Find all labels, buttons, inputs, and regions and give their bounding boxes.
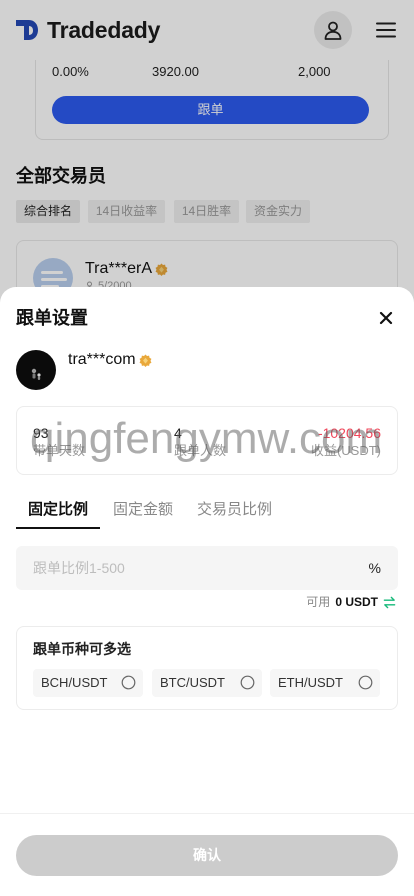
footer-divider [0,813,414,814]
confirm-button[interactable]: 确认 [16,835,398,876]
radio-icon[interactable] [121,675,136,690]
close-button[interactable] [379,311,393,325]
swap-icon [383,596,396,608]
available-amount: 0 USDT [335,595,378,609]
copy-trade-settings-sheet: 跟单设置 tra***com 93 带单天数 4 跟单人数 -10204.56 [0,287,414,896]
transfer-button[interactable] [383,596,396,609]
trader-stats-card: 93 带单天数 4 跟单人数 -10204.56 收益(USDT) [16,406,398,475]
close-icon [379,311,393,325]
radio-icon[interactable] [240,675,255,690]
coin-option-label: BTC/USDT [160,675,225,690]
trader-avatar [16,350,56,390]
verified-badge-icon [139,353,152,367]
coin-option-bch[interactable]: BCH/USDT [33,669,143,697]
stat-label: 带单天数 [33,443,86,458]
coin-option-label: ETH/USDT [278,675,343,690]
stat-label: 跟单人数 [174,443,227,458]
available-balance: 可用 0 USDT [306,595,396,609]
coin-option-btc[interactable]: BTC/USDT [152,669,262,697]
trader-name: tra***com [68,351,136,368]
stat-lead-days: 93 带单天数 [33,424,85,459]
tab-fixed-amount[interactable]: 固定金额 [100,493,186,529]
stat-followers: 4 跟单人数 [174,424,226,459]
radio-icon[interactable] [358,675,373,690]
stat-value: 4 [174,425,182,441]
tab-fixed-ratio[interactable]: 固定比例 [16,493,100,529]
stat-value: -10204.56 [317,425,381,441]
ratio-input[interactable] [16,546,356,590]
ratio-input-box: % [16,546,398,590]
stat-label: 收益(USDT) [310,443,381,458]
coin-selection-title: 跟单币种可多选 [33,641,131,657]
sheet-title: 跟单设置 [16,308,88,328]
stat-profit: -10204.56 收益(USDT) [311,424,381,459]
stat-value: 93 [33,425,49,441]
coin-option-label: BCH/USDT [41,675,108,690]
available-label: 可用 [306,595,331,609]
ratio-unit: % [368,560,381,576]
coin-selection-card: 跟单币种可多选 BCH/USDT BTC/USDT ETH/USDT [16,626,398,710]
trader-name-row: tra***com [68,349,152,371]
coin-option-eth[interactable]: ETH/USDT [270,669,380,697]
tab-trader-ratio[interactable]: 交易员比例 [184,493,285,529]
